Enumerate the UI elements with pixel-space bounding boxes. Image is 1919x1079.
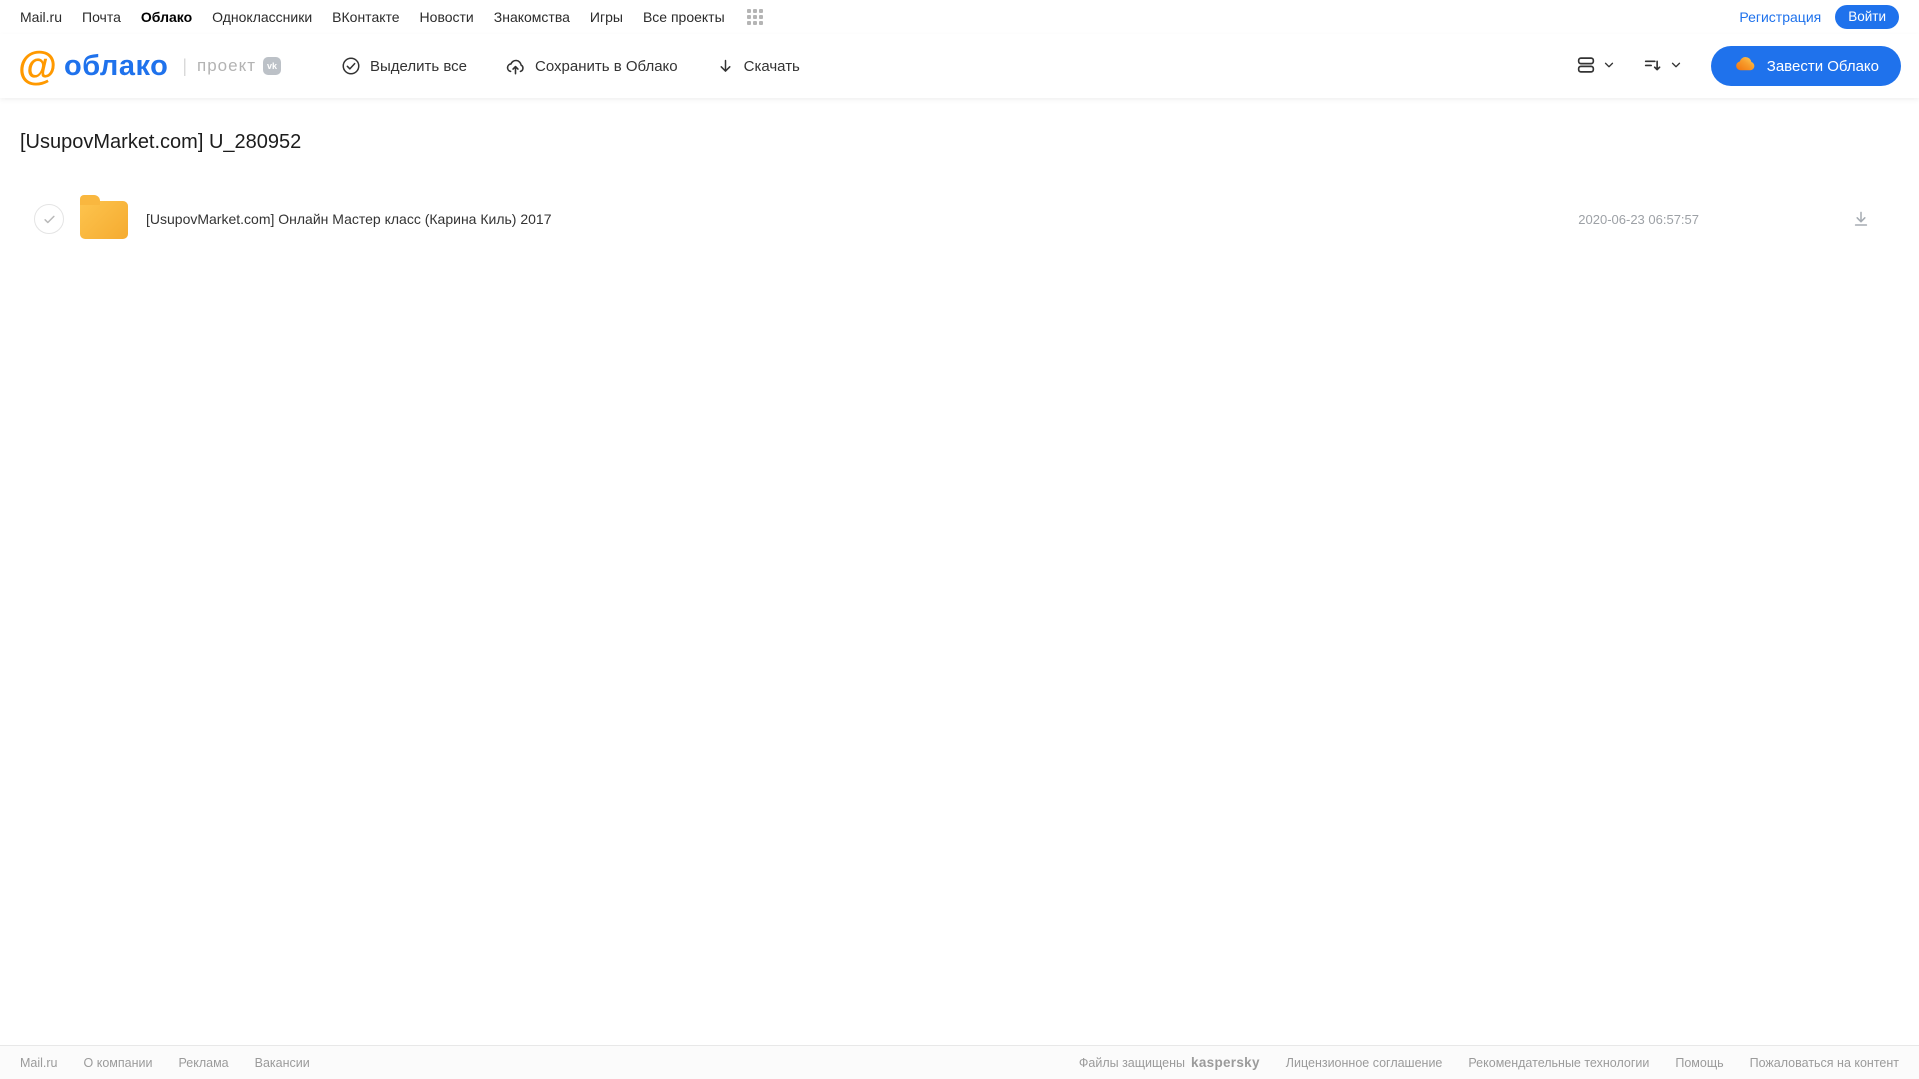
sort-icon (1642, 54, 1664, 79)
get-cloud-button[interactable]: Завести Облако (1710, 46, 1901, 86)
footer: Mail.ru О компании Реклама Вакансии Файл… (0, 1045, 1919, 1079)
nav-link-games[interactable]: Игры (590, 9, 623, 25)
cloud-upload-icon (505, 56, 526, 77)
download-to-line-icon (1854, 211, 1868, 226)
select-all-label: Выделить все (370, 57, 468, 75)
files-protected-unit: Файлы защищены kaspersky (1079, 1055, 1260, 1070)
save-to-cloud-label: Сохранить в Облако (535, 57, 678, 75)
chevron-down-icon (1602, 58, 1616, 75)
files-protected-label: Файлы защищены (1078, 1055, 1186, 1070)
footer-link-ads[interactable]: Реклама (178, 1056, 228, 1070)
apps-grid-icon[interactable] (746, 9, 763, 25)
file-modified-date: 2020-06-23 06:57:57 (1578, 211, 1699, 227)
chevron-down-icon (1669, 58, 1683, 75)
register-link[interactable]: Регистрация (1739, 9, 1821, 25)
check-circle-icon (341, 56, 361, 76)
cloud-logo-icon (1733, 52, 1757, 80)
check-icon (43, 215, 55, 223)
nav-link-odnoklassniki[interactable]: Одноклассники (212, 9, 312, 25)
download-arrow-icon (716, 57, 735, 76)
login-button[interactable]: Войти (1835, 5, 1899, 29)
portal-links: Mail.ru Почта Облако Одноклассники ВКонт… (20, 9, 763, 25)
download-button[interactable]: Скачать (716, 57, 800, 76)
nav-link-cloud-active[interactable]: Облако (141, 9, 192, 25)
row-checkbox[interactable] (34, 204, 64, 234)
footer-left-links: Mail.ru О компании Реклама Вакансии (20, 1056, 310, 1070)
portal-nav-right: Регистрация Войти (1739, 5, 1899, 29)
footer-link-jobs[interactable]: Вакансии (255, 1056, 310, 1070)
nav-link-dating[interactable]: Знакомства (494, 9, 570, 25)
get-cloud-label: Завести Облако (1766, 57, 1879, 75)
footer-right-links: Файлы защищены kaspersky Лицензионное со… (1079, 1055, 1899, 1070)
kaspersky-logo[interactable]: kaspersky (1191, 1055, 1260, 1070)
nav-link-news[interactable]: Новости (420, 9, 474, 25)
logo-project-label: проект (197, 56, 256, 75)
file-name-link[interactable]: [UsupovMarket.com] Онлайн Мастер класс (… (146, 211, 551, 227)
nav-link-all-projects[interactable]: Все проекты (643, 9, 725, 25)
logo-product-name: облако (64, 50, 169, 82)
footer-link-mailru[interactable]: Mail.ru (20, 1056, 58, 1070)
logo-divider: | (182, 55, 188, 76)
page-title: [UsupovMarket.com] U_280952 (20, 131, 302, 153)
list-view-icon (1575, 54, 1597, 79)
footer-link-license[interactable]: Лицензионное соглашение (1286, 1056, 1443, 1070)
portal-nav: Mail.ru Почта Облако Одноклассники ВКонт… (0, 0, 1919, 34)
select-all-button[interactable]: Выделить все (341, 56, 467, 76)
row-download-button[interactable] (1851, 209, 1871, 229)
mailru-at-icon: @ (18, 44, 58, 88)
footer-link-recommendation-tech[interactable]: Рекомендательные технологии (1468, 1056, 1649, 1070)
cloud-logo[interactable]: @ облако | проект vk (18, 46, 281, 86)
nav-link-mailru[interactable]: Mail.ru (20, 9, 62, 25)
file-toolbar: Выделить все Сохранить в Облако Скачать (341, 56, 800, 77)
footer-link-help[interactable]: Помощь (1675, 1056, 1723, 1070)
sort-dropdown[interactable] (1638, 50, 1687, 83)
footer-link-report-content[interactable]: Пожаловаться на контент (1750, 1056, 1899, 1070)
view-mode-dropdown[interactable] (1571, 50, 1620, 83)
nav-link-mail[interactable]: Почта (82, 9, 121, 25)
nav-link-vkontakte[interactable]: ВКонтакте (332, 9, 399, 25)
save-to-cloud-button[interactable]: Сохранить в Облако (505, 56, 678, 77)
vk-badge-icon: vk (263, 57, 281, 75)
shared-folder-content: [UsupovMarket.com] U_280952 [UsupovMarke… (0, 98, 1919, 1045)
download-label: Скачать (743, 57, 800, 75)
file-row[interactable]: [UsupovMarket.com] Онлайн Мастер класс (… (20, 195, 1899, 243)
folder-icon (80, 195, 128, 239)
header-right-controls: Завести Облако (1571, 46, 1901, 86)
header: @ облако | проект vk Выделить все Сохран… (0, 34, 1919, 98)
footer-link-about[interactable]: О компании (84, 1056, 153, 1070)
